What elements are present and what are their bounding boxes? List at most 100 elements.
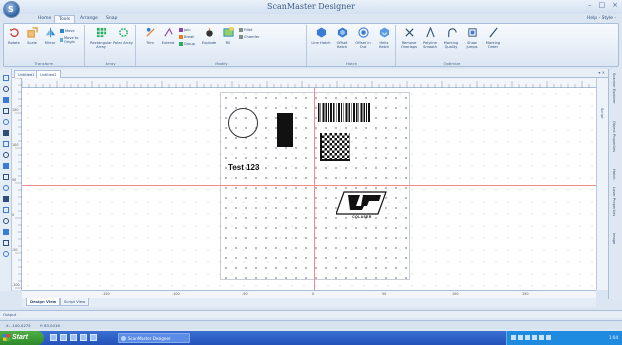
polyline-smooth-button[interactable]: Polyline Smooth — [420, 26, 440, 49]
ellipse-icon[interactable] — [3, 141, 9, 147]
application-menu-button[interactable]: S — [3, 1, 20, 18]
tray-security-icon[interactable] — [525, 335, 530, 340]
circle-icon[interactable] — [3, 119, 9, 125]
pan-icon[interactable] — [3, 218, 9, 224]
extend-button[interactable]: Extend — [159, 27, 177, 45]
fillet-button[interactable]: Fillet — [239, 28, 252, 32]
output-pane-header[interactable]: Output — [0, 310, 622, 318]
ruler-label: 0 — [312, 292, 315, 296]
taskbar-app-scanmaster[interactable]: ScanMaster Designer — [118, 333, 190, 343]
polyline-icon[interactable] — [3, 97, 9, 103]
script-panel-label[interactable]: Script — [600, 108, 604, 118]
barcode-icon[interactable] — [3, 174, 9, 180]
remove-overlaps-button[interactable]: Remove Overlaps — [399, 27, 419, 49]
clock: 1:04 — [609, 335, 618, 340]
tray-volume-icon[interactable] — [518, 335, 523, 340]
tab-scanner-explorer[interactable]: Scanner Explorer — [612, 73, 616, 104]
rectangle-object[interactable] — [277, 113, 293, 147]
text-icon[interactable] — [3, 163, 9, 169]
system-tray: 1:04 — [506, 331, 622, 345]
quick-launch-folder-icon[interactable] — [60, 334, 67, 341]
marking-quality-button[interactable]: Marking Quality — [441, 27, 461, 49]
break-button[interactable]: Break — [179, 35, 194, 39]
doc-tab-untitled1[interactable]: Untitled1 — [14, 70, 39, 78]
offset-in-out-button[interactable]: Offset in Out — [353, 27, 373, 49]
tab-snap[interactable]: Snap — [102, 15, 121, 23]
arc-icon[interactable] — [3, 130, 9, 136]
polyline-smooth-icon — [425, 26, 435, 38]
chamfer-label: Chamfer — [244, 35, 260, 39]
explode-button[interactable]: Explode — [200, 27, 218, 45]
spiral-icon[interactable] — [3, 152, 9, 158]
tab-home[interactable]: Home — [34, 15, 55, 23]
line-hatch-icon — [316, 27, 326, 38]
tab-arrange[interactable]: Arrange — [76, 15, 102, 23]
layer-icon[interactable] — [3, 251, 9, 257]
move-to-origin-button[interactable]: Move to Origin — [60, 36, 84, 44]
fill-button[interactable]: Fill — [219, 27, 237, 45]
rotate-button[interactable]: Rotate — [5, 27, 23, 45]
close-button[interactable]: × — [612, 1, 618, 9]
group-button[interactable]: Group — [179, 42, 195, 46]
scale-button[interactable]: Scale — [23, 27, 41, 45]
join-button[interactable]: Join — [179, 28, 191, 32]
trim-button[interactable]: Trim — [141, 27, 159, 45]
select-icon[interactable] — [3, 75, 9, 81]
tab-hatch[interactable]: Hatch — [612, 169, 616, 180]
image-icon[interactable] — [3, 185, 9, 191]
quick-launch-app-icon[interactable] — [90, 334, 97, 341]
doc-tab-untitled2[interactable]: Untitled2 — [36, 70, 61, 78]
tray-app-icon[interactable] — [546, 335, 551, 340]
barcode-object[interactable] — [318, 103, 370, 122]
tab-image[interactable]: Image — [612, 233, 616, 244]
marking-order-button[interactable]: Marking Order — [483, 27, 503, 49]
tray-device-icon[interactable] — [539, 335, 544, 340]
mirror-button[interactable]: Mirror — [41, 27, 59, 45]
help-style-menu[interactable]: Help - Style - — [587, 16, 616, 21]
quick-launch-desktop-icon[interactable] — [80, 334, 87, 341]
line-hatch-button[interactable]: Line Hatch — [311, 27, 331, 45]
move-button[interactable]: Move — [60, 29, 75, 33]
zoom-icon[interactable] — [3, 229, 9, 235]
tray-icons — [511, 335, 551, 340]
helix-hatch-button[interactable]: Helix Hatch — [374, 27, 394, 49]
tab-tools[interactable]: Tools — [54, 15, 76, 23]
ruler-label-vertical: 100 — [12, 143, 19, 147]
tray-network-icon[interactable] — [511, 335, 516, 340]
x-coordinate-readout: X: -100.0275 — [6, 323, 31, 328]
rectangle-icon[interactable] — [3, 108, 9, 114]
ribbon-group-array: Rectangular Array Polar Array Array — [86, 25, 136, 66]
ribbon-group-optimize: Remove Overlaps Polyline Smooth Marking … — [397, 25, 507, 66]
chamfer-button[interactable]: Chamfer — [239, 35, 259, 39]
polar-array-icon — [118, 28, 128, 37]
polar-array-button[interactable]: Polar Array — [113, 27, 133, 45]
datamatrix-object[interactable] — [320, 133, 350, 161]
minimize-button[interactable]: – — [588, 1, 592, 9]
windows-logo-icon — [3, 334, 10, 341]
show-jumps-button[interactable]: Show Jumps — [462, 27, 482, 49]
circle-object[interactable] — [228, 108, 258, 138]
tab-laser-properties[interactable]: Laser Properties — [612, 187, 616, 216]
tab-object-properties[interactable]: Object Properties — [612, 121, 616, 152]
line-icon[interactable] — [3, 86, 9, 92]
start-button[interactable]: Start — [0, 331, 44, 345]
join-label: Join — [184, 28, 191, 32]
point-icon[interactable] — [3, 196, 9, 202]
tab-design-view[interactable]: Design View — [26, 298, 61, 306]
offset-in-out-icon — [357, 27, 369, 38]
quick-launch-browser-icon[interactable] — [50, 334, 57, 341]
tab-script-view[interactable]: Script View — [60, 298, 90, 306]
tray-update-icon[interactable] — [532, 335, 537, 340]
offset-hatch-button[interactable]: Offset Hatch — [332, 27, 352, 49]
close-document-icon[interactable]: ▾ × — [598, 70, 605, 75]
node-edit-icon[interactable] — [3, 207, 9, 213]
rectangular-array-button[interactable]: Rectangular Array — [90, 27, 112, 49]
maximize-button[interactable]: □ — [599, 1, 606, 9]
fillet-icon — [239, 28, 243, 32]
quick-launch-media-icon[interactable] — [70, 334, 77, 341]
line-hatch-label: Line Hatch — [311, 41, 331, 45]
design-canvas[interactable]: Test 123 COLASER — [22, 88, 596, 290]
text-object[interactable]: Test 123 — [228, 163, 259, 172]
measure-icon[interactable] — [3, 240, 9, 246]
explode-label: Explode — [201, 41, 217, 45]
